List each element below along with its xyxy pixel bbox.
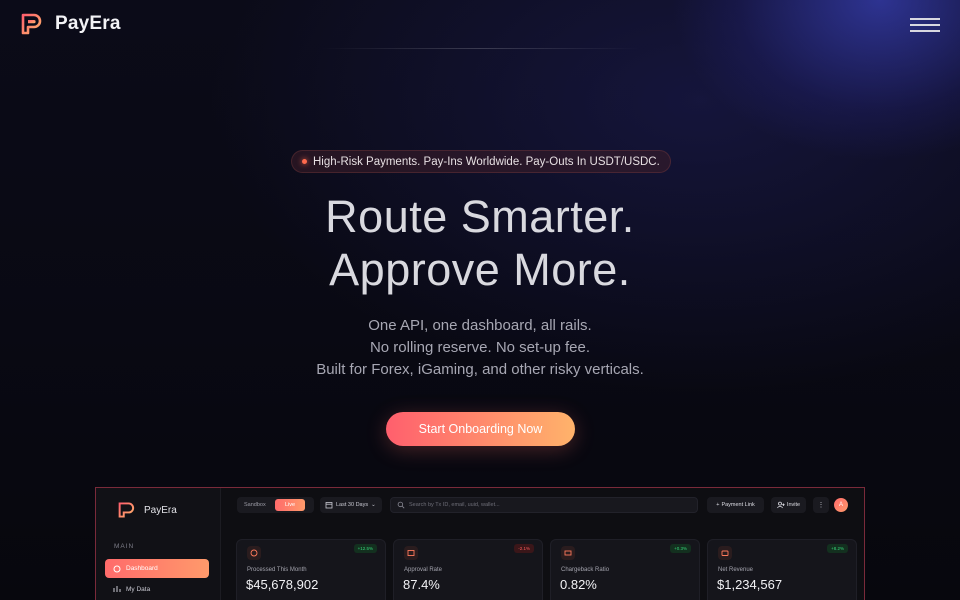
plus-icon: + bbox=[716, 502, 720, 508]
trend-badge: +8.2% bbox=[827, 544, 848, 553]
trend-badge: +12.5% bbox=[353, 544, 377, 553]
stat-label: Net Revenue bbox=[718, 567, 754, 573]
date-range-select[interactable]: Last 30 Days ⌄ bbox=[320, 497, 382, 513]
dashboard-toolbar: Sandbox Live Last 30 Days ⌄ Search by Tx… bbox=[221, 488, 864, 522]
search-placeholder: Search by Tx ID, email, uuid, wallet... bbox=[409, 502, 500, 508]
top-nav: PayEra bbox=[0, 0, 960, 48]
stat-value: $1,234,567 bbox=[717, 577, 783, 592]
date-range-label: Last 30 Days bbox=[336, 502, 369, 508]
user-plus-icon bbox=[777, 501, 785, 509]
more-options-button[interactable]: ⋮ bbox=[813, 497, 829, 513]
stat-label: Approval Rate bbox=[404, 567, 443, 573]
sidebar-item-my-data[interactable]: My Data bbox=[113, 585, 150, 593]
brand-logo[interactable]: PayEra bbox=[20, 11, 121, 37]
dashboard-brand-name: PayEra bbox=[144, 504, 177, 516]
hero-subtitle-line: Built for Forex, iGaming, and other risk… bbox=[316, 361, 644, 378]
sidebar-item-label: My Data bbox=[126, 585, 151, 593]
invite-button[interactable]: Invite bbox=[771, 497, 806, 513]
status-dot-icon bbox=[302, 159, 307, 164]
header-divider bbox=[320, 48, 640, 49]
avatar[interactable]: A bbox=[834, 498, 848, 512]
stat-value: 0.82% bbox=[560, 577, 597, 592]
stat-card-chargeback[interactable]: +0.3% Chargeback Ratio 0.82% bbox=[550, 539, 700, 600]
payera-logo-icon bbox=[20, 13, 42, 35]
invite-label: Invite bbox=[786, 502, 801, 508]
stat-card-processed[interactable]: +12.5% Processed This Month $45,678,902 bbox=[236, 539, 386, 600]
sidebar-item-dashboard[interactable]: Dashboard bbox=[105, 559, 209, 578]
stat-value: 87.4% bbox=[403, 577, 440, 592]
stat-value: $45,678,902 bbox=[246, 577, 319, 592]
approval-icon bbox=[404, 546, 418, 560]
coin-icon bbox=[247, 546, 261, 560]
chevron-down-icon: ⌄ bbox=[371, 502, 376, 508]
dashboard-preview: PayEra MAIN Dashboard My Data Sandbox Li… bbox=[95, 487, 865, 600]
stat-card-net-revenue[interactable]: +8.2% Net Revenue $1,234,567 bbox=[707, 539, 857, 600]
chart-icon bbox=[113, 586, 121, 592]
chargeback-icon bbox=[561, 546, 575, 560]
payera-logo-icon bbox=[116, 502, 135, 518]
env-live-option[interactable]: Live bbox=[275, 499, 305, 511]
dashboard-icon bbox=[113, 565, 121, 572]
sidebar-item-label: Dashboard bbox=[126, 565, 158, 572]
stat-card-approval[interactable]: -2.1% Approval Rate 87.4% bbox=[393, 539, 543, 600]
environment-toggle[interactable]: Sandbox Live bbox=[237, 497, 314, 513]
hero-subtitle: One API, one dashboard, all rails. No ro… bbox=[0, 315, 960, 381]
wallet-icon bbox=[718, 546, 732, 560]
trend-badge: -2.1% bbox=[514, 544, 534, 553]
hamburger-menu-icon[interactable] bbox=[910, 18, 940, 32]
calendar-icon bbox=[325, 502, 333, 509]
dashboard-brand: PayEra bbox=[116, 501, 177, 519]
search-icon bbox=[397, 501, 405, 509]
hero-badge: High-Risk Payments. Pay-Ins Worldwide. P… bbox=[291, 150, 671, 173]
hero-title-line-1: Route Smarter. bbox=[325, 191, 635, 242]
stat-label: Chargeback Ratio bbox=[561, 567, 610, 573]
trend-badge: +0.3% bbox=[670, 544, 691, 553]
env-sandbox-option[interactable]: Sandbox bbox=[244, 502, 266, 508]
payment-link-button[interactable]: + Payment Link bbox=[707, 497, 764, 513]
brand-name: PayEra bbox=[55, 13, 121, 34]
hero-title-line-2: Approve More. bbox=[329, 244, 631, 295]
hero-subtitle-line: No rolling reserve. No set-up fee. bbox=[369, 339, 591, 356]
payment-link-label: Payment Link bbox=[721, 502, 755, 508]
stat-label: Processed This Month bbox=[247, 567, 307, 573]
hero-badge-text: High-Risk Payments. Pay-Ins Worldwide. P… bbox=[313, 155, 660, 168]
dashboard-sidebar: PayEra MAIN Dashboard My Data bbox=[96, 488, 221, 600]
search-input[interactable]: Search by Tx ID, email, uuid, wallet... bbox=[390, 497, 698, 513]
start-onboarding-button[interactable]: Start Onboarding Now bbox=[386, 412, 575, 446]
hero-title: Route Smarter. Approve More. bbox=[0, 190, 960, 296]
hero-subtitle-line: One API, one dashboard, all rails. bbox=[368, 317, 592, 334]
sidebar-section-label: MAIN bbox=[114, 543, 135, 550]
